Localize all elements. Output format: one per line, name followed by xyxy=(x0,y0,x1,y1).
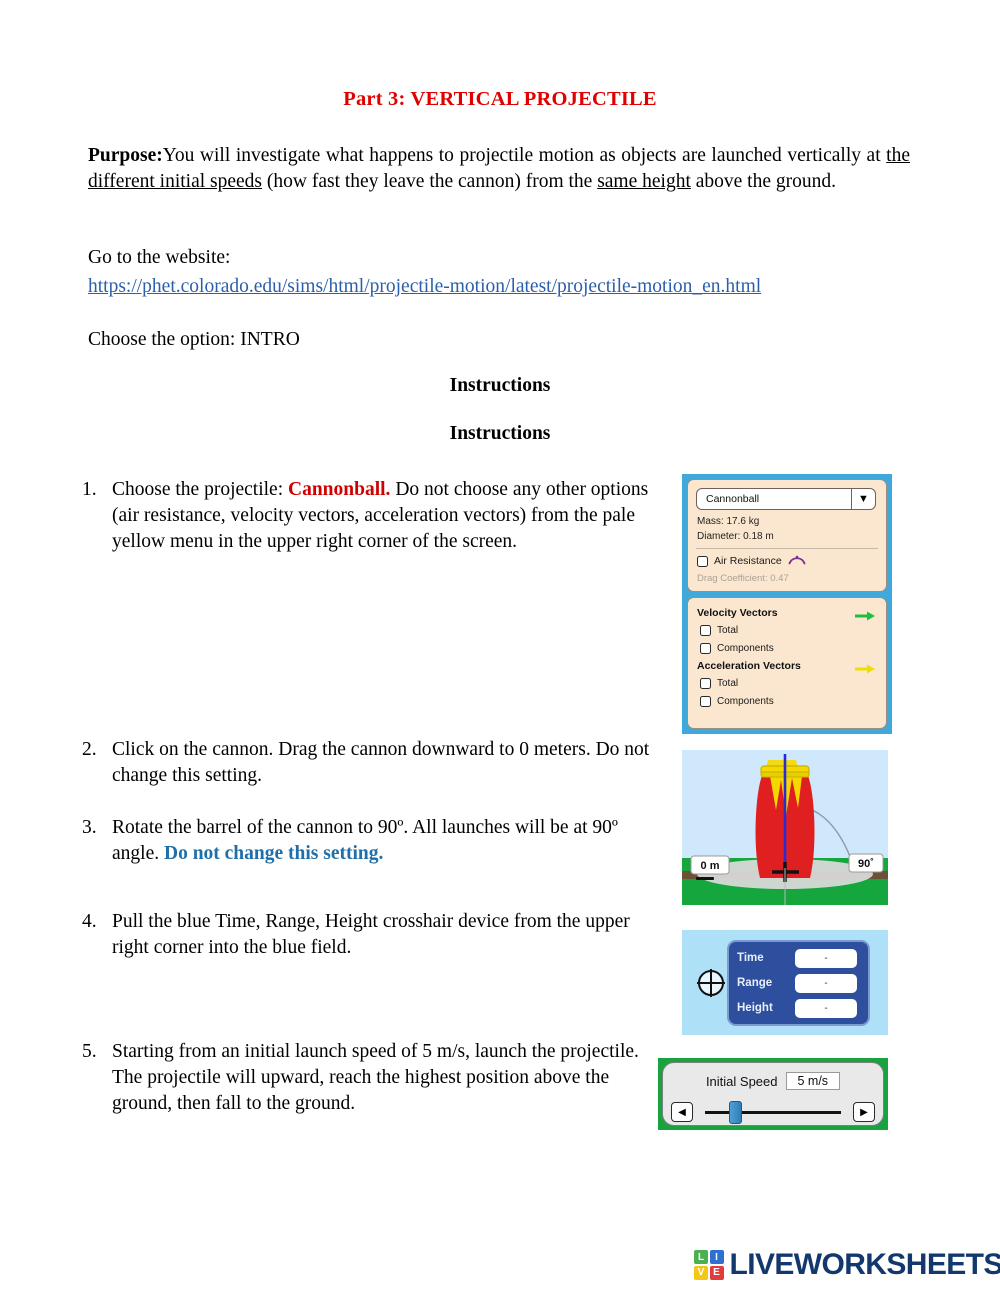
logo-tile-l: L xyxy=(694,1250,708,1265)
item-1-number: 1. xyxy=(82,479,97,500)
slider-track[interactable] xyxy=(705,1111,841,1114)
logo-tiles-icon: L I V E xyxy=(694,1250,724,1280)
air-resistance-arc-icon xyxy=(788,554,806,568)
purpose-text-3: above the ground. xyxy=(690,170,837,192)
purpose-paragraph: Purpose:You will investigate what happen… xyxy=(88,143,910,194)
instruction-item-1: 1. Choose the projectile: Cannonball. Do… xyxy=(82,477,672,555)
item-4-number: 4. xyxy=(82,911,97,932)
item-5-number: 5. xyxy=(82,1041,97,1062)
slider-thumb[interactable] xyxy=(729,1101,742,1124)
velocity-components-row[interactable]: Components xyxy=(700,643,774,654)
item-4-text: Pull the blue Time, Range, Height crossh… xyxy=(112,911,630,958)
velocity-total-label: Total xyxy=(717,625,739,636)
acceleration-total-label: Total xyxy=(717,678,739,689)
instructions-heading-1: Instructions xyxy=(449,375,551,396)
acceleration-total-row[interactable]: Total xyxy=(700,678,738,689)
cannon-height-label: 0 m xyxy=(701,860,720,872)
acceleration-components-row[interactable]: Components xyxy=(700,696,774,707)
item-5-text: Starting from an initial launch speed of… xyxy=(112,1041,639,1114)
slider-track-area[interactable] xyxy=(701,1099,845,1125)
divider xyxy=(696,548,878,549)
initial-speed-panel: Initial Speed 5 m/s ◀ ▶ xyxy=(662,1062,884,1126)
air-resistance-checkbox[interactable] xyxy=(697,555,708,567)
chevron-down-icon[interactable]: ▼ xyxy=(851,489,875,509)
vectors-card: Velocity Vectors Total Components Accele… xyxy=(687,597,887,729)
crosshair-icon[interactable] xyxy=(696,968,726,998)
purpose-text-2: (how fast they leave the cannon) from th… xyxy=(262,170,598,192)
cannon-angle-label: 90˚ xyxy=(858,858,874,870)
phet-simulation-link[interactable]: https://phet.colorado.edu/sims/html/proj… xyxy=(88,274,761,300)
velocity-components-checkbox[interactable] xyxy=(700,643,711,654)
item-2-text: Click on the cannon. Drag the cannon dow… xyxy=(112,739,650,786)
phet-control-panel-figure: Cannonball ▼ Mass: 17.6 kg Diameter: 0.1… xyxy=(682,474,892,734)
logo-tile-v: V xyxy=(694,1265,708,1280)
worksheet-page: Part 3: VERTICAL PROJECTILE Purpose:You … xyxy=(0,0,1000,1291)
logo-tile-e: E xyxy=(709,1265,724,1280)
acceleration-vectors-title: Acceleration Vectors xyxy=(697,660,801,672)
velocity-total-row[interactable]: Total xyxy=(700,625,738,636)
velocity-arrow-icon xyxy=(854,608,876,626)
time-value: - xyxy=(795,948,857,968)
measuring-tool-figure: Time - Range - Height - xyxy=(682,930,888,1035)
instruction-item-2: 2. Click on the cannon. Drag the cannon … xyxy=(82,737,662,789)
purpose-underlined-2: same height xyxy=(597,170,691,192)
height-value: - xyxy=(795,998,857,1018)
increment-button[interactable]: ▶ xyxy=(853,1102,875,1122)
projectile-type-value: Cannonball xyxy=(706,493,760,505)
cannon-illustration: 0 m 90˚ xyxy=(682,750,888,905)
range-value: - xyxy=(795,973,857,993)
decrement-button[interactable]: ◀ xyxy=(671,1102,693,1122)
projectile-settings-card: Cannonball ▼ Mass: 17.6 kg Diameter: 0.1… xyxy=(687,479,887,592)
instruction-item-3: 3. Rotate the barrel of the cannon to 90… xyxy=(82,815,667,867)
item-3-number: 3. xyxy=(82,817,97,838)
height-label: Height xyxy=(737,1002,773,1014)
purpose-text-1: You will investigate what happens to pro… xyxy=(162,145,887,166)
projectile-type-select[interactable]: Cannonball ▼ xyxy=(696,488,876,510)
instruction-item-4: 4. Pull the blue Time, Range, Height cro… xyxy=(82,909,667,961)
instructions-heading-2: Instructions xyxy=(449,423,551,444)
acceleration-arrow-icon xyxy=(854,661,876,679)
acceleration-components-checkbox[interactable] xyxy=(700,696,711,707)
range-row: Range - xyxy=(737,972,865,994)
cannon-figure: 0 m 90˚ xyxy=(682,750,888,905)
initial-speed-value: 5 m/s xyxy=(785,1072,841,1090)
item-1-highlight: Cannonball. xyxy=(288,479,391,500)
choose-option-label: Choose the option: INTRO xyxy=(88,329,300,350)
diameter-readout: Diameter: 0.18 m xyxy=(697,531,774,542)
mass-readout: Mass: 17.6 kg xyxy=(697,516,760,527)
item-1-text: Choose the projectile: Cannonball. Do no… xyxy=(112,477,672,555)
acceleration-total-checkbox[interactable] xyxy=(700,678,711,689)
item-3-highlight: Do not change this setting. xyxy=(163,843,384,864)
initial-speed-header: Initial Speed 5 m/s xyxy=(663,1072,883,1090)
logo-tile-i: I xyxy=(709,1250,724,1265)
item-1-text-before: Choose the projectile: xyxy=(112,479,288,500)
initial-speed-label: Initial Speed xyxy=(705,1073,778,1089)
air-resistance-row[interactable]: Air Resistance xyxy=(697,554,806,568)
drag-coefficient-readout: Drag Coefficient: 0.47 xyxy=(697,573,789,584)
liveworksheets-logo: L I V E LIVEWORKSHEETS xyxy=(694,1248,1000,1282)
time-row: Time - xyxy=(737,947,865,969)
item-3-text: Rotate the barrel of the cannon to 90º. … xyxy=(112,815,667,867)
initial-speed-slider-row: ◀ ▶ xyxy=(663,1099,883,1125)
goto-website-label: Go to the website: xyxy=(88,247,231,268)
item-2-number: 2. xyxy=(82,739,97,760)
instruction-item-5: 5. Starting from an initial launch speed… xyxy=(82,1039,642,1117)
velocity-vectors-title: Velocity Vectors xyxy=(697,607,778,619)
time-label: Time xyxy=(737,952,764,964)
velocity-components-label: Components xyxy=(717,643,774,654)
purpose-label: Purpose: xyxy=(88,145,163,166)
range-label: Range xyxy=(737,977,773,989)
logo-wordmark: LIVEWORKSHEETS xyxy=(729,1248,1000,1281)
height-row: Height - xyxy=(737,997,865,1019)
readout-panel: Time - Range - Height - xyxy=(727,940,870,1026)
velocity-total-checkbox[interactable] xyxy=(700,625,711,636)
acceleration-components-label: Components xyxy=(717,696,774,707)
initial-speed-figure: Initial Speed 5 m/s ◀ ▶ xyxy=(658,1058,888,1130)
air-resistance-label: Air Resistance xyxy=(714,555,782,567)
page-title: Part 3: VERTICAL PROJECTILE xyxy=(343,88,657,110)
